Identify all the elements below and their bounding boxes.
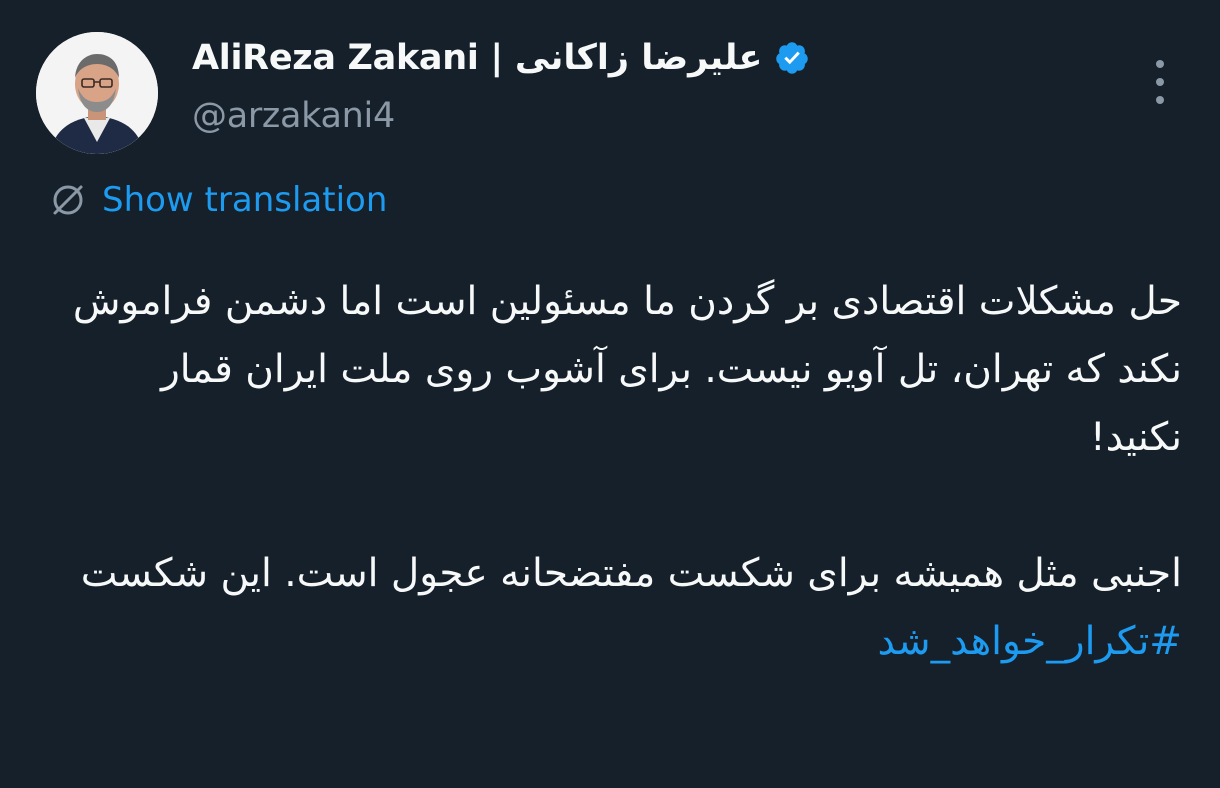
tweet-card: AliReza Zakani | علیرضا زاکانی @arzakani… <box>0 0 1220 788</box>
show-translation-label[interactable]: Show translation <box>102 180 387 220</box>
avatar[interactable] <box>36 32 158 154</box>
hashtag-link[interactable]: #تکرار_خواهد_شد <box>877 619 1182 664</box>
author-name-row[interactable]: AliReza Zakani | علیرضا زاکانی <box>192 38 810 78</box>
more-dot <box>1156 60 1164 68</box>
more-options-icon[interactable] <box>1144 60 1176 104</box>
tweet-text: حل مشکلات اقتصادی بر گردن ما مسئولین است… <box>62 268 1182 676</box>
more-dot <box>1156 96 1164 104</box>
translate-globe-icon <box>53 185 83 215</box>
author-handle[interactable]: @arzakani4 <box>192 96 395 136</box>
show-translation-link[interactable]: Show translation <box>48 180 387 220</box>
more-dot <box>1156 78 1164 86</box>
tweet-paragraph: اجنبی مثل همیشه برای شکست مفتضحانه عجول … <box>62 540 1182 676</box>
author-display-name[interactable]: AliReza Zakani | علیرضا زاکانی <box>192 38 763 78</box>
verified-badge-icon <box>776 42 809 74</box>
tweet-paragraph: حل مشکلات اقتصادی بر گردن ما مسئولین است… <box>72 279 1182 460</box>
avatar-photo <box>36 32 158 154</box>
tweet-paragraph-text: اجنبی مثل همیشه برای شکست مفتضحانه عجول … <box>80 551 1182 596</box>
